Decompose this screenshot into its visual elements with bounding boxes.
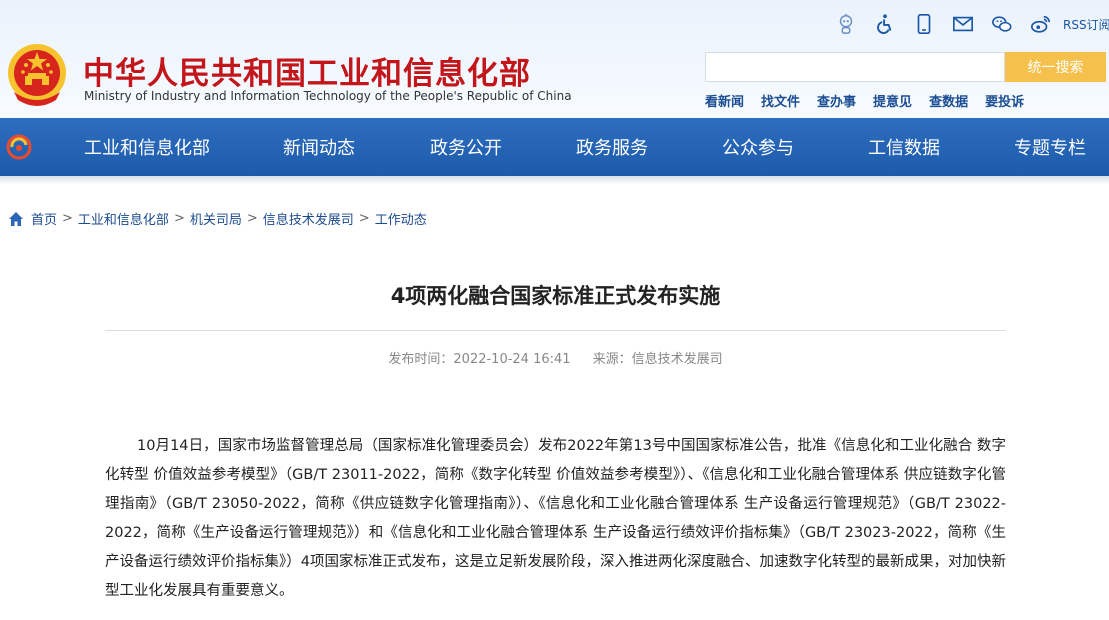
ministry-logo-icon[interactable] <box>6 134 32 160</box>
site-title-cn[interactable]: 中华人民共和国工业和信息化部 <box>83 48 531 93</box>
breadcrumb-separator: > <box>62 211 73 226</box>
quick-link-news[interactable]: 看新闻 <box>705 91 744 110</box>
site-title-en: Ministry of Industry and Information Tec… <box>84 89 572 103</box>
article-body: 10月14日，国家市场监督管理总局（国家标准化管理委员会）发布2022年第13号… <box>105 438 1006 599</box>
breadcrumb-it-development[interactable]: 信息技术发展司 <box>263 209 354 228</box>
article-title: 4项两化融合国家标准正式发布实施 <box>390 284 721 308</box>
nav-shadow <box>0 176 1109 184</box>
nav-item-government-services[interactable]: 政务服务 <box>576 134 648 160</box>
site-header: 中华人民共和国工业和信息化部 Ministry of Industry and … <box>0 0 1109 118</box>
title-divider <box>105 330 1006 331</box>
breadcrumb-home[interactable]: 首页 <box>31 209 57 228</box>
national-emblem-icon[interactable] <box>6 42 68 108</box>
quick-link-data[interactable]: 查数据 <box>929 91 968 110</box>
rss-link[interactable]: RSS订阅 <box>1063 16 1109 33</box>
search-button[interactable]: 统一搜索 <box>1005 52 1106 82</box>
quick-links: 看新闻 找文件 查办事 提意见 查数据 要投诉 <box>705 91 1041 110</box>
weibo-icon[interactable] <box>1028 11 1054 37</box>
home-icon[interactable] <box>8 211 24 227</box>
article-source: 信息技术发展司 <box>631 352 723 367</box>
search-input[interactable] <box>705 52 1005 82</box>
breadcrumb-separator: > <box>358 211 370 226</box>
breadcrumb-separator: > <box>246 211 258 226</box>
quick-link-services[interactable]: 查办事 <box>817 91 856 110</box>
breadcrumb-work-news[interactable]: 工作动态 <box>375 209 427 228</box>
source-label: 来源： <box>592 352 632 367</box>
publish-time: 2022-10-24 16:41 <box>453 352 571 367</box>
mail-icon[interactable] <box>950 11 976 37</box>
breadcrumb-separator: > <box>173 211 185 226</box>
accessibility-icon[interactable] <box>872 11 898 37</box>
breadcrumb-ministry[interactable]: 工业和信息化部 <box>78 209 169 228</box>
mobile-icon[interactable] <box>911 11 937 37</box>
main-nav: 工业和信息化部 新闻动态 政务公开 政务服务 公众参与 工信数据 专题专栏 <box>0 118 1109 176</box>
breadcrumb: 首页 > 工业和信息化部 > 机关司局 > 信息技术发展司 > 工作动态 <box>8 209 427 228</box>
quick-link-complaint[interactable]: 要投诉 <box>985 91 1024 110</box>
wechat-icon[interactable] <box>989 11 1015 37</box>
robot-assistant-icon[interactable] <box>833 11 859 37</box>
article-meta: 发布时间：2022-10-24 16:41 来源：信息技术发展司 <box>105 348 1006 367</box>
nav-item-ministry[interactable]: 工业和信息化部 <box>84 134 210 160</box>
breadcrumb-departments[interactable]: 机关司局 <box>190 209 242 228</box>
nav-item-public-participation[interactable]: 公众参与 <box>722 134 794 160</box>
top-utility-bar: RSS订阅 <box>833 11 1109 37</box>
quick-link-feedback[interactable]: 提意见 <box>873 91 912 110</box>
nav-item-news[interactable]: 新闻动态 <box>283 134 355 160</box>
publish-time-label: 发布时间： <box>388 352 454 367</box>
nav-item-data[interactable]: 工信数据 <box>868 134 940 160</box>
nav-item-government-affairs[interactable]: 政务公开 <box>430 134 502 160</box>
quick-link-documents[interactable]: 找文件 <box>761 91 800 110</box>
nav-item-special-topics[interactable]: 专题专栏 <box>1014 134 1086 160</box>
